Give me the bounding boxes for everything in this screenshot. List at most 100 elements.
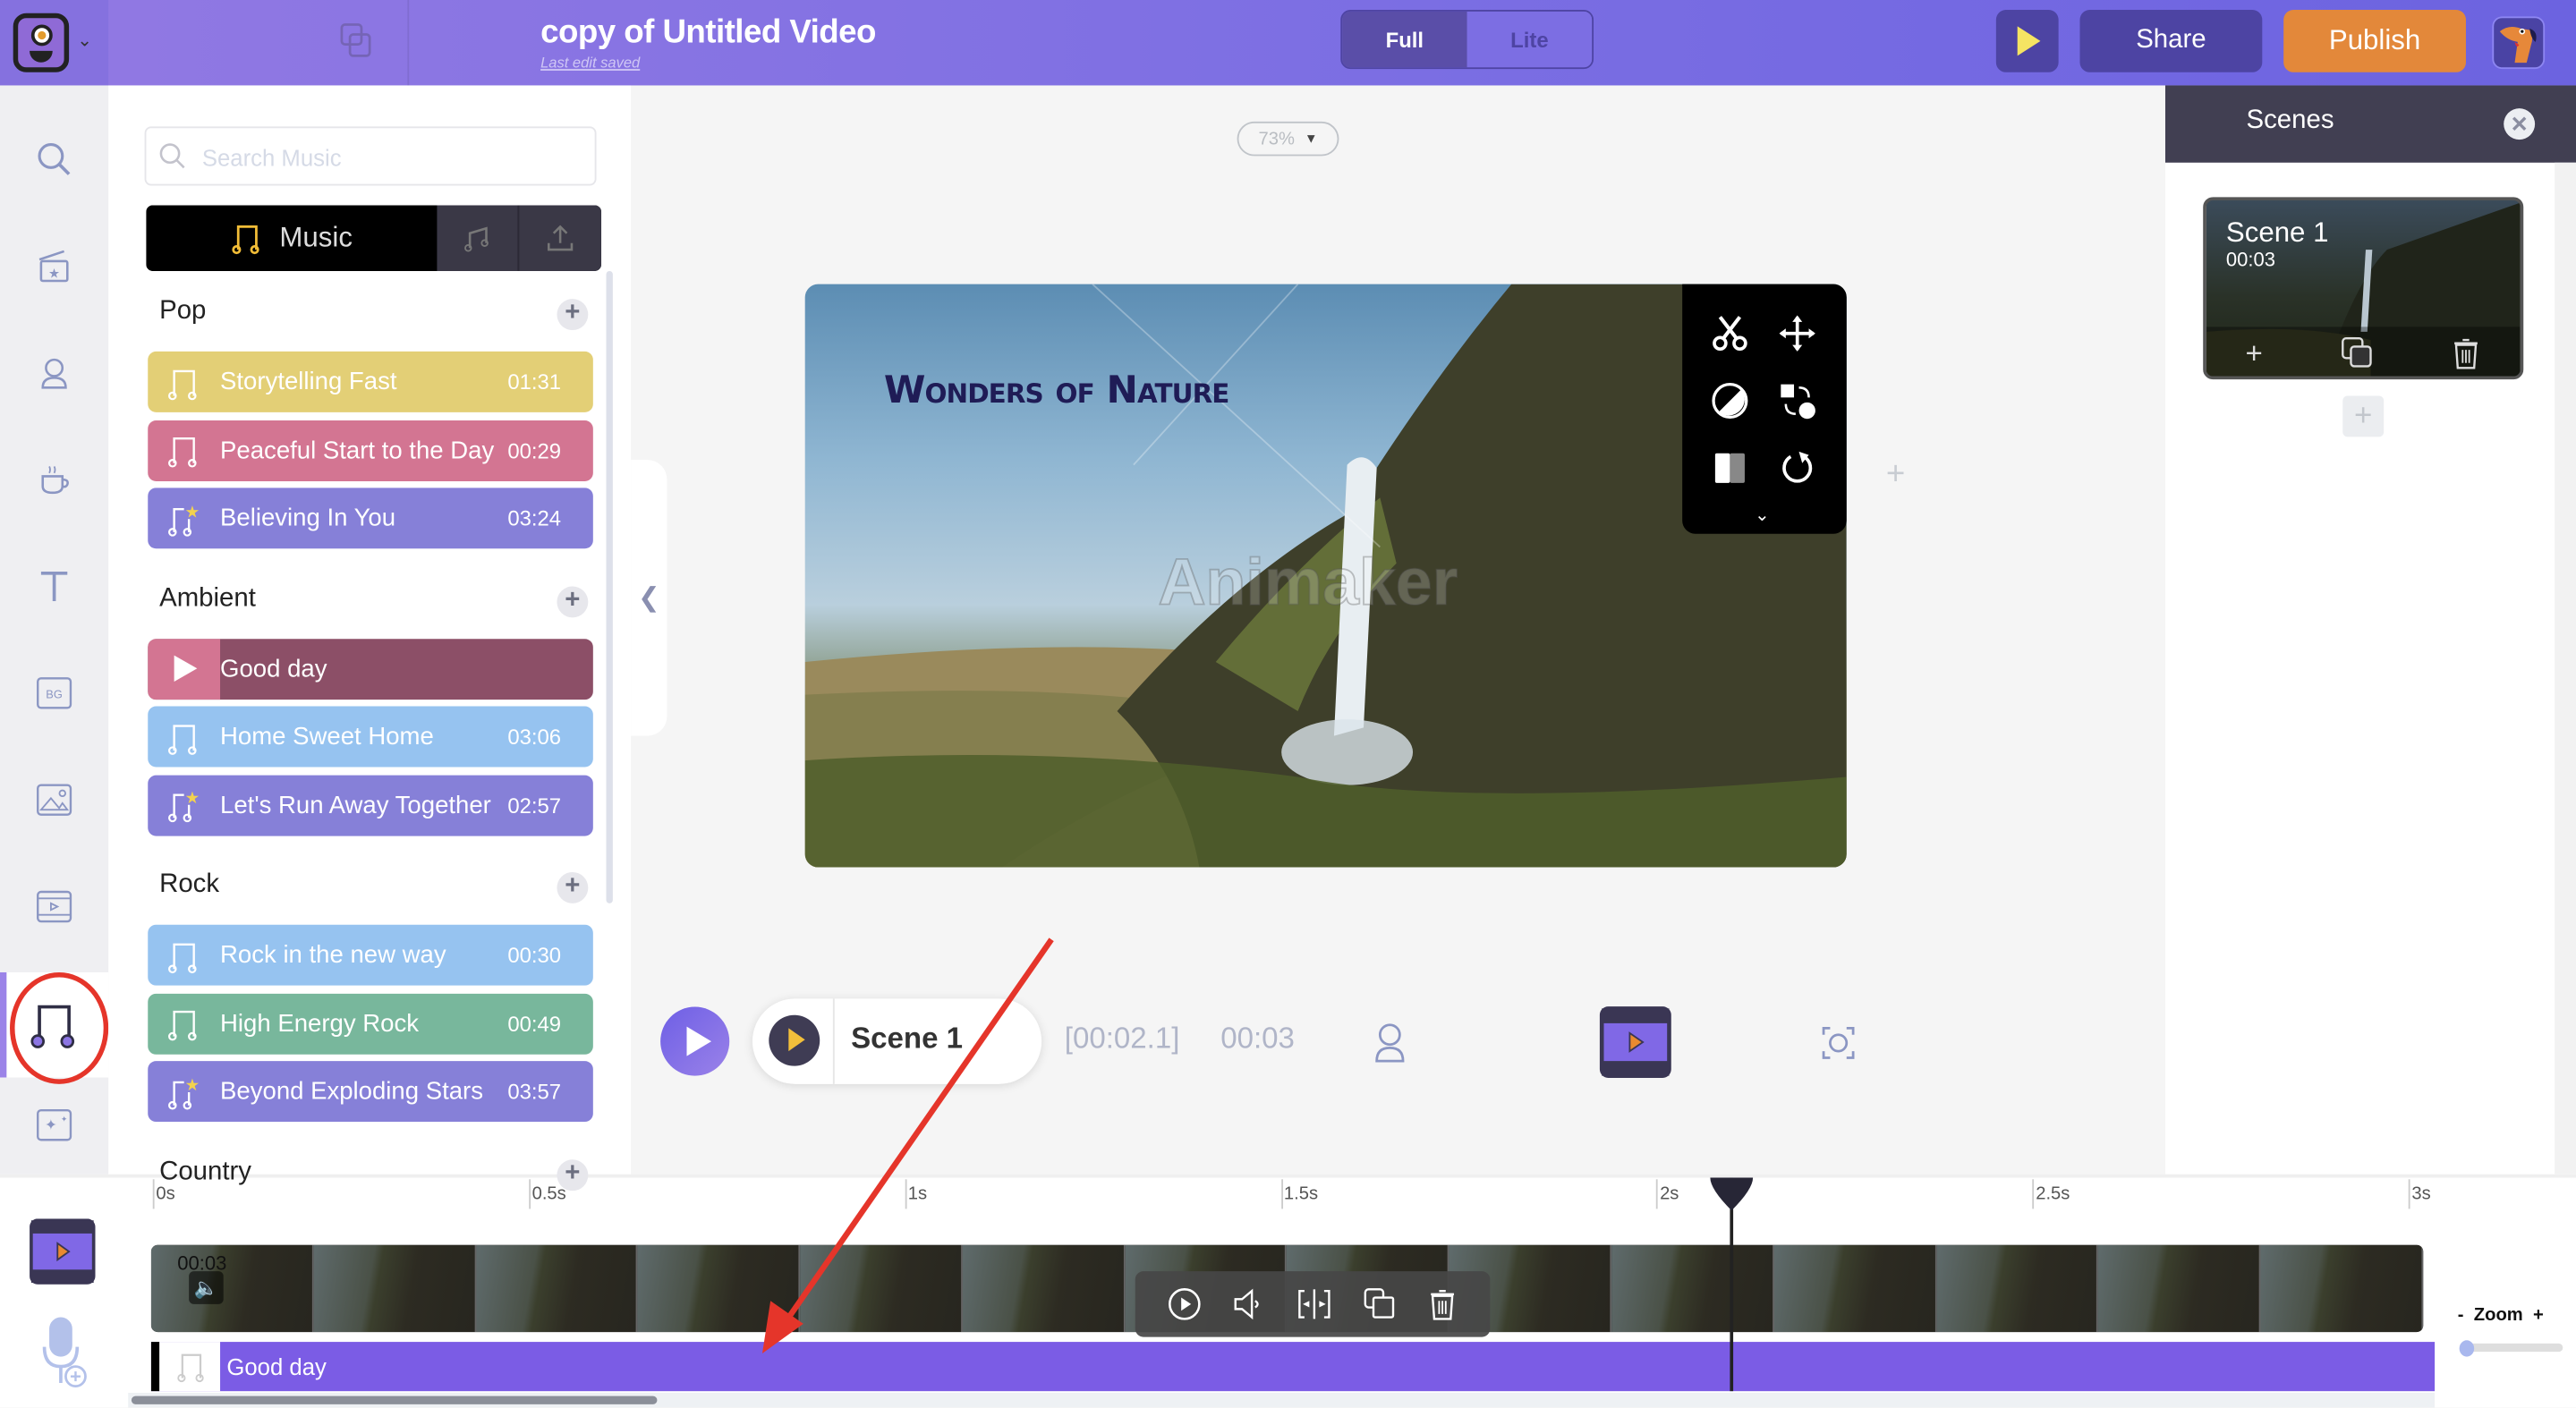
music-track[interactable]: High Energy Rock 00:49 bbox=[148, 992, 593, 1054]
swap-shape-icon[interactable] bbox=[1778, 381, 1817, 420]
timeline-zoom-slider[interactable] bbox=[2461, 1343, 2563, 1353]
track-duration: 02:57 bbox=[507, 792, 562, 818]
music-track[interactable]: Storytelling Fast 01:31 bbox=[148, 351, 593, 412]
audio-clip[interactable]: Good day bbox=[150, 1342, 2436, 1392]
mode-lite-button[interactable]: Lite bbox=[1467, 11, 1593, 68]
add-scene-after-icon[interactable]: + bbox=[2245, 335, 2262, 370]
music-track[interactable]: ★ Beyond Exploding Stars 03:57 bbox=[148, 1061, 593, 1123]
scenes-scrollbar[interactable] bbox=[2555, 162, 2576, 1175]
timeline-divider bbox=[0, 1174, 2576, 1178]
scene-label: Scene 1 bbox=[851, 1022, 964, 1055]
music-track[interactable]: Home Sweet Home 03:06 bbox=[148, 706, 593, 768]
mode-full-button[interactable]: Full bbox=[1342, 11, 1467, 68]
bg-icon: BG bbox=[37, 677, 72, 709]
tab-sound-effects[interactable] bbox=[436, 205, 520, 271]
svg-text:★: ★ bbox=[48, 267, 60, 281]
logo-menu[interactable]: ⌄ bbox=[0, 0, 109, 86]
rail-videos[interactable] bbox=[0, 859, 108, 954]
rail-characters[interactable] bbox=[0, 326, 108, 420]
timeline-tick bbox=[2408, 1179, 2410, 1209]
zoom-slider-handle[interactable] bbox=[2459, 1340, 2475, 1357]
save-status[interactable]: Last edit saved bbox=[540, 55, 640, 71]
character-icon[interactable] bbox=[1372, 1022, 1407, 1064]
scene-card[interactable]: Scene 1 00:03 + bbox=[2203, 197, 2524, 380]
delete-scene-icon[interactable] bbox=[2452, 336, 2481, 369]
play-icon[interactable] bbox=[169, 654, 199, 683]
playhead-handle[interactable] bbox=[1707, 1176, 1756, 1212]
zoom-out-button[interactable]: - bbox=[2458, 1306, 2464, 1326]
split-clip-icon[interactable] bbox=[1297, 1286, 1332, 1322]
publish-button[interactable]: Publish bbox=[2283, 10, 2466, 72]
watermark: Animaker bbox=[1158, 547, 1459, 621]
voice-over-mic-icon[interactable] bbox=[39, 1314, 92, 1393]
timeline-tick-label: 1.5s bbox=[1283, 1183, 1319, 1204]
close-scenes-button[interactable]: ✕ bbox=[2504, 108, 2536, 140]
add-category-button[interactable]: + bbox=[557, 585, 589, 617]
video-track-icon[interactable] bbox=[30, 1218, 96, 1285]
scene-duration: 00:03 bbox=[2225, 248, 2276, 271]
duplicate-clip-icon[interactable] bbox=[1361, 1286, 1397, 1322]
rail-search[interactable] bbox=[0, 112, 108, 207]
video-track-icon[interactable] bbox=[1599, 1005, 1673, 1080]
play-all-button[interactable] bbox=[660, 1006, 730, 1076]
rail-images[interactable] bbox=[0, 752, 108, 847]
zoom-dropdown[interactable]: 73% ▼ bbox=[1237, 121, 1339, 157]
tab-upload[interactable] bbox=[519, 205, 602, 271]
video-frame-thumbnail bbox=[1773, 1244, 1937, 1333]
collapse-panel-button[interactable]: ❮ bbox=[631, 460, 667, 736]
mode-toggle[interactable]: Full Lite bbox=[1340, 10, 1594, 70]
add-category-button[interactable]: + bbox=[557, 871, 589, 903]
volume-toggle[interactable]: 🔈 bbox=[189, 1271, 224, 1304]
contrast-icon[interactable] bbox=[1710, 381, 1749, 420]
video-frame-thumbnail bbox=[1611, 1244, 1774, 1333]
scissors-icon[interactable] bbox=[1710, 314, 1749, 353]
tab-music[interactable]: Music bbox=[146, 205, 437, 271]
add-element-plus-icon[interactable]: + bbox=[1886, 456, 1905, 494]
music-track[interactable]: Peaceful Start to the Day 00:29 bbox=[148, 420, 593, 481]
music-track[interactable]: ★ Let's Run Away Together 02:57 bbox=[148, 774, 593, 835]
annotation-circle bbox=[10, 971, 109, 1084]
volume-icon[interactable] bbox=[1231, 1286, 1267, 1322]
camera-focus-icon[interactable] bbox=[1820, 1025, 1856, 1061]
track-name: High Energy Rock bbox=[220, 1009, 420, 1038]
add-scene-button[interactable]: + bbox=[2342, 395, 2385, 437]
timeline-zoom-label: - Zoom + bbox=[2458, 1306, 2544, 1326]
svg-text:★: ★ bbox=[185, 501, 200, 520]
effects-sparkle-icon: ✦ ✦ bbox=[37, 1109, 72, 1141]
play-clip-icon[interactable] bbox=[1166, 1286, 1202, 1322]
duplicate-icon[interactable] bbox=[340, 23, 373, 59]
track-icon bbox=[148, 432, 220, 468]
rail-text[interactable] bbox=[0, 539, 108, 633]
play-scene-button[interactable] bbox=[769, 1014, 820, 1066]
video-title-text[interactable]: Wonders of Nature bbox=[884, 369, 1230, 412]
preview-play-button[interactable] bbox=[1995, 10, 2059, 72]
timeline-tick-label: 1s bbox=[907, 1183, 928, 1204]
share-button[interactable]: Share bbox=[2079, 10, 2263, 72]
music-track[interactable]: ★ Believing In You 03:24 bbox=[148, 488, 593, 549]
duplicate-scene-icon[interactable] bbox=[2341, 336, 2374, 369]
document-title[interactable]: copy of Untitled Video bbox=[540, 15, 876, 53]
timeline-scrollbar[interactable] bbox=[131, 1395, 658, 1404]
music-track[interactable]: Rock in the new way 00:30 bbox=[148, 924, 593, 986]
rail-effects[interactable]: ✦ ✦ bbox=[0, 1077, 108, 1172]
more-tools-chevron-icon[interactable]: ⌄ bbox=[1755, 505, 1770, 526]
search-music[interactable] bbox=[144, 126, 597, 186]
rail-templates[interactable]: ★ bbox=[0, 218, 108, 313]
music-track[interactable]: Good day bbox=[148, 638, 593, 700]
zoom-level: 73% bbox=[1258, 129, 1295, 149]
timeline-tick-label: 0.5s bbox=[531, 1183, 566, 1204]
user-avatar[interactable] bbox=[2492, 16, 2546, 70]
panel-scrollbar[interactable] bbox=[606, 270, 613, 903]
music-note-icon bbox=[168, 724, 197, 754]
rail-props[interactable] bbox=[0, 432, 108, 527]
search-icon bbox=[38, 143, 71, 175]
zoom-in-button[interactable]: + bbox=[2533, 1306, 2544, 1326]
search-music-input[interactable] bbox=[199, 138, 583, 178]
svg-text:★: ★ bbox=[185, 1074, 200, 1093]
rotate-icon[interactable] bbox=[1778, 448, 1817, 488]
move-icon[interactable] bbox=[1778, 314, 1817, 353]
rail-background[interactable]: BG bbox=[0, 646, 108, 741]
opacity-icon[interactable] bbox=[1710, 448, 1749, 488]
add-category-button[interactable]: + bbox=[557, 299, 589, 331]
delete-clip-icon[interactable] bbox=[1426, 1286, 1459, 1322]
